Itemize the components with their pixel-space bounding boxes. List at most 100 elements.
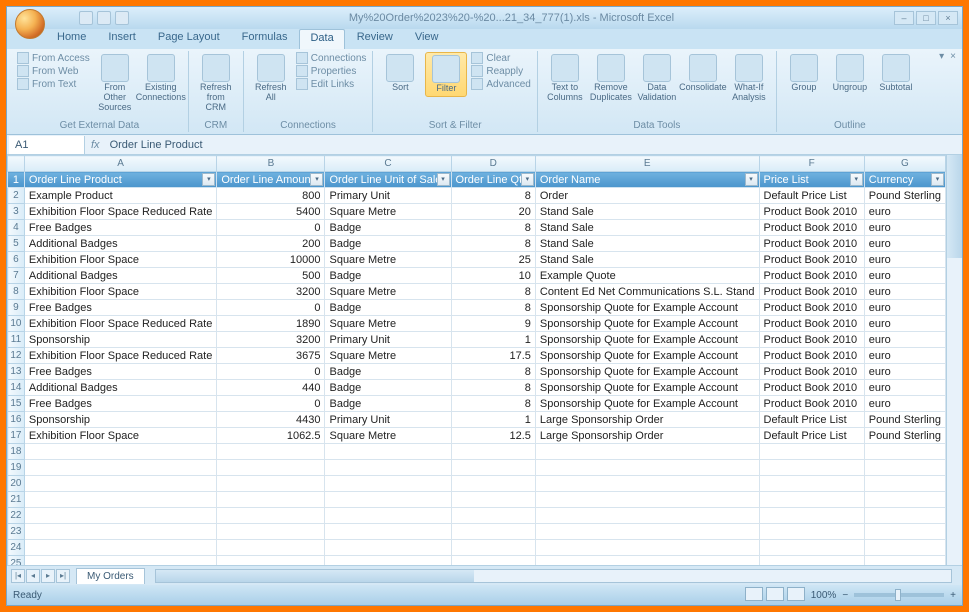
cell[interactable]: 1 xyxy=(451,412,535,428)
sheet-prev-icon[interactable]: ◂ xyxy=(26,569,40,583)
cell[interactable]: Square Metre xyxy=(325,284,451,300)
column-header[interactable]: A xyxy=(24,156,216,172)
cell[interactable]: Pound Sterling xyxy=(864,428,945,444)
row-header[interactable]: 9 xyxy=(8,300,25,316)
cell[interactable] xyxy=(24,556,216,566)
formula-value[interactable]: Order Line Product xyxy=(106,139,207,151)
cell[interactable]: Primary Unit xyxy=(325,332,451,348)
cell[interactable] xyxy=(24,508,216,524)
cell[interactable] xyxy=(217,524,325,540)
ribbon-item[interactable]: From Access xyxy=(17,52,90,64)
cell[interactable] xyxy=(325,508,451,524)
cell[interactable]: 8 xyxy=(451,236,535,252)
fx-icon[interactable]: fx xyxy=(85,139,106,151)
tab-page-layout[interactable]: Page Layout xyxy=(148,29,230,49)
cell[interactable]: 20 xyxy=(451,204,535,220)
cell[interactable]: Product Book 2010 xyxy=(759,332,864,348)
cell[interactable] xyxy=(864,476,945,492)
cell[interactable]: Exhibition Floor Space xyxy=(24,284,216,300)
cell[interactable] xyxy=(451,508,535,524)
cell[interactable] xyxy=(325,476,451,492)
filter-dropdown-icon[interactable]: ▾ xyxy=(931,173,944,186)
cell[interactable]: 440 xyxy=(217,380,325,396)
cell[interactable]: Square Metre xyxy=(325,252,451,268)
cell[interactable] xyxy=(217,476,325,492)
ribbon-item[interactable]: Advanced xyxy=(471,78,530,90)
cell[interactable] xyxy=(451,492,535,508)
cell[interactable]: Sponsorship xyxy=(24,332,216,348)
cell[interactable] xyxy=(759,492,864,508)
qat-save-icon[interactable] xyxy=(79,11,93,25)
cell[interactable]: Pound Sterling xyxy=(864,412,945,428)
ungroup-button[interactable]: Ungroup xyxy=(829,52,871,95)
cell[interactable]: 8 xyxy=(451,380,535,396)
cell[interactable] xyxy=(325,460,451,476)
cell[interactable] xyxy=(451,524,535,540)
cell[interactable]: Square Metre xyxy=(325,204,451,220)
cell[interactable]: Content Ed Net Communications S.L. Stand xyxy=(535,284,759,300)
table-column-header[interactable]: Order Line Product▾ xyxy=(24,172,216,188)
cell[interactable]: Product Book 2010 xyxy=(759,284,864,300)
sheet-first-icon[interactable]: |◂ xyxy=(11,569,25,583)
cell[interactable]: Example Quote xyxy=(535,268,759,284)
zoom-in-button[interactable]: + xyxy=(950,590,956,601)
row-header[interactable]: 22 xyxy=(8,508,25,524)
tab-review[interactable]: Review xyxy=(347,29,403,49)
row-header[interactable]: 17 xyxy=(8,428,25,444)
cell[interactable] xyxy=(864,460,945,476)
cell[interactable]: 5400 xyxy=(217,204,325,220)
minimize-button[interactable]: – xyxy=(894,11,914,25)
cell[interactable]: Square Metre xyxy=(325,348,451,364)
cell[interactable]: Square Metre xyxy=(325,316,451,332)
row-header[interactable]: 3 xyxy=(8,204,25,220)
horizontal-scrollbar[interactable] xyxy=(155,569,952,583)
row-header[interactable]: 8 xyxy=(8,284,25,300)
cell[interactable]: Product Book 2010 xyxy=(759,252,864,268)
row-header[interactable]: 23 xyxy=(8,524,25,540)
table-column-header[interactable]: Order Line Qty▾ xyxy=(451,172,535,188)
cell[interactable] xyxy=(535,476,759,492)
ribbon-item[interactable]: Clear xyxy=(471,52,530,64)
cell[interactable]: Exhibition Floor Space Reduced Rate xyxy=(24,204,216,220)
cell[interactable]: Stand Sale xyxy=(535,236,759,252)
cell[interactable]: Exhibition Floor Space xyxy=(24,252,216,268)
cell[interactable]: euro xyxy=(864,236,945,252)
cell[interactable]: Primary Unit xyxy=(325,188,451,204)
cell[interactable]: 8 xyxy=(451,220,535,236)
cell[interactable]: Product Book 2010 xyxy=(759,204,864,220)
cell[interactable]: Pound Sterling xyxy=(864,188,945,204)
cell[interactable] xyxy=(535,556,759,566)
cell[interactable] xyxy=(217,460,325,476)
sheet-next-icon[interactable]: ▸ xyxy=(41,569,55,583)
text-to-columns-button[interactable]: Text to Columns xyxy=(544,52,586,105)
cell[interactable]: 25 xyxy=(451,252,535,268)
cell[interactable]: 1890 xyxy=(217,316,325,332)
cell[interactable] xyxy=(325,524,451,540)
cell[interactable]: 17.5 xyxy=(451,348,535,364)
cell[interactable] xyxy=(759,540,864,556)
row-header[interactable]: 24 xyxy=(8,540,25,556)
cell[interactable] xyxy=(24,460,216,476)
cell[interactable]: Free Badges xyxy=(24,300,216,316)
cell[interactable]: 0 xyxy=(217,300,325,316)
cell[interactable]: 3200 xyxy=(217,284,325,300)
cell[interactable]: Free Badges xyxy=(24,364,216,380)
cell[interactable] xyxy=(535,460,759,476)
cell[interactable]: Default Price List xyxy=(759,188,864,204)
column-header[interactable]: D xyxy=(451,156,535,172)
row-header[interactable]: 11 xyxy=(8,332,25,348)
cell[interactable] xyxy=(535,444,759,460)
cell[interactable]: Sponsorship Quote for Example Account xyxy=(535,316,759,332)
office-button[interactable] xyxy=(11,7,43,29)
row-header[interactable]: 7 xyxy=(8,268,25,284)
cell[interactable] xyxy=(325,444,451,460)
ribbon-item[interactable]: From Text xyxy=(17,78,90,90)
cell[interactable] xyxy=(217,540,325,556)
filter-dropdown-icon[interactable]: ▾ xyxy=(745,173,758,186)
select-all-cell[interactable] xyxy=(8,156,25,172)
cell[interactable] xyxy=(759,508,864,524)
cell[interactable]: Stand Sale xyxy=(535,204,759,220)
ribbon-item[interactable]: From Web xyxy=(17,65,90,77)
cell[interactable]: 8 xyxy=(451,284,535,300)
row-header[interactable]: 2 xyxy=(8,188,25,204)
